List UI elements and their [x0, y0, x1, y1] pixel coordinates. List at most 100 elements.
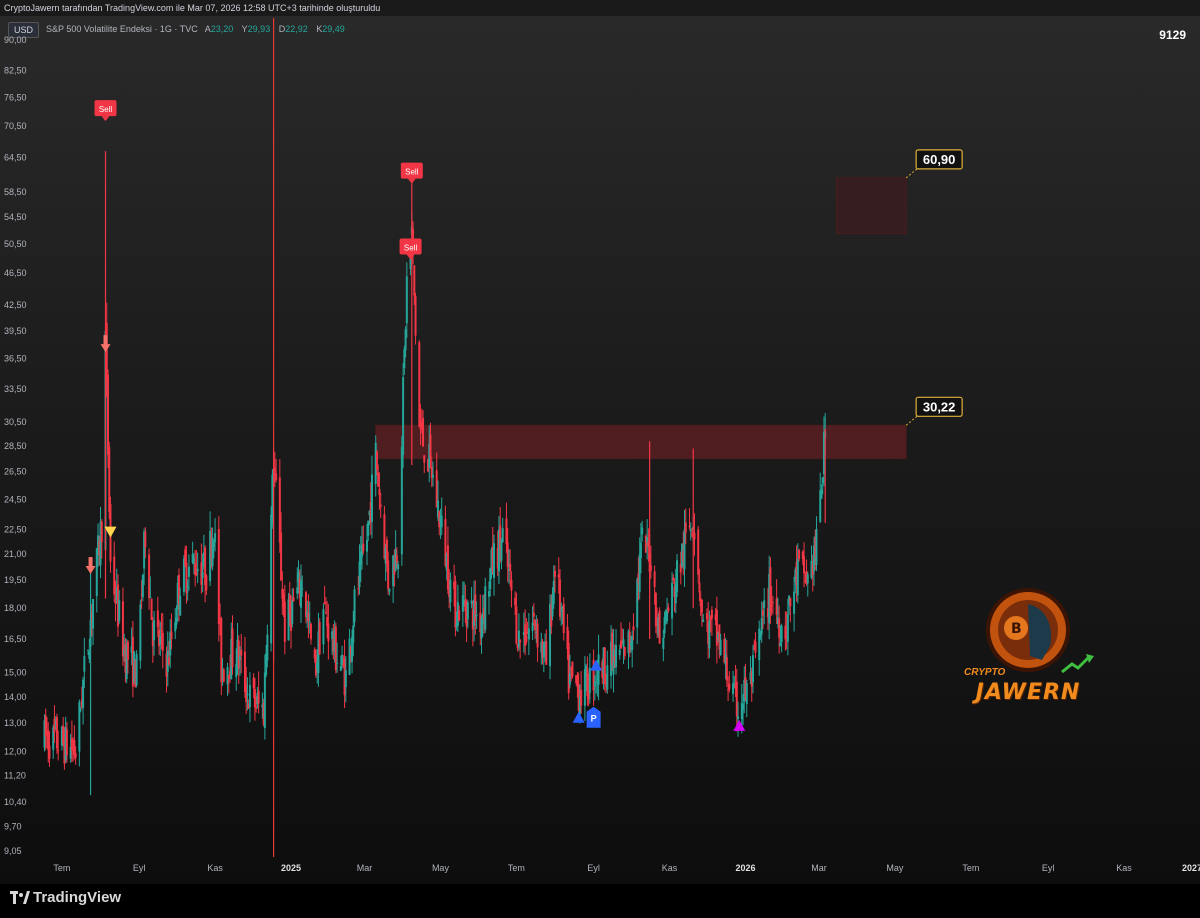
y-tick-label: 28,50	[4, 441, 27, 451]
triangle-up-icon	[572, 711, 585, 723]
x-tick-label: May	[432, 863, 450, 873]
candle-body	[318, 622, 321, 655]
candle-body	[595, 681, 598, 683]
candle-body	[55, 716, 58, 749]
candle-body	[252, 677, 255, 689]
sell-signal-label: Sell	[99, 105, 113, 114]
candle-body	[488, 591, 491, 597]
candle-body	[65, 729, 68, 756]
candle-body	[770, 604, 773, 607]
candle-body	[280, 532, 283, 581]
x-tick-label: Eyl	[133, 863, 146, 873]
candle-body	[336, 662, 339, 664]
candle-body	[187, 566, 190, 577]
candle-body	[719, 639, 722, 656]
candle-body	[378, 488, 381, 495]
candle-body	[87, 649, 90, 651]
candle-body	[388, 588, 391, 592]
candle-body	[402, 377, 405, 455]
candle-body	[74, 753, 77, 758]
candle-body	[296, 587, 299, 594]
y-tick-label: 42,50	[4, 300, 27, 310]
candle-body	[323, 602, 326, 605]
candle-body	[153, 620, 156, 641]
candle-body	[761, 610, 764, 616]
candle-body	[253, 689, 256, 708]
p-signal-label: P	[591, 714, 597, 724]
tradingview-brand[interactable]: TradingView	[33, 889, 121, 906]
candle-body	[339, 666, 342, 671]
candle-body	[324, 612, 327, 614]
candle-body	[156, 610, 159, 627]
candle-body	[231, 628, 234, 668]
level-leader-line	[905, 414, 919, 426]
candle-body	[662, 637, 665, 650]
y-tick-label: 12,00	[4, 746, 27, 756]
candle-body	[671, 582, 674, 619]
candle-body	[92, 599, 95, 629]
candle-body	[524, 624, 527, 646]
brand-word: JAWERN	[975, 680, 1081, 705]
candle-body	[552, 580, 555, 604]
x-tick-label: 2026	[736, 863, 756, 873]
candle-body	[775, 598, 778, 615]
candle-body	[632, 626, 635, 631]
y-tick-label: 58,50	[4, 187, 27, 197]
candle-body	[710, 609, 713, 619]
candle-body	[631, 636, 634, 650]
vix-candlestick-chart[interactable]: 90,00 82,50 76,50 70,50 64,50 58,50 54,50 50,50…	[0, 0, 1200, 884]
candle-body	[82, 679, 85, 708]
candle-body	[593, 682, 596, 686]
candle-body	[217, 529, 220, 624]
candle-body	[121, 601, 124, 657]
footer-bar	[0, 884, 1200, 918]
candle-body	[708, 620, 711, 649]
candle-body	[423, 455, 426, 463]
svg-text:B: B	[1011, 621, 1022, 637]
x-tick-label: Tem	[53, 863, 70, 873]
y-tick-label: 16,50	[4, 634, 27, 644]
y-tick-label: 10,40	[4, 797, 27, 807]
y-tick-label: 22,50	[4, 524, 27, 534]
x-tick-label: Eyl	[1042, 863, 1055, 873]
candle-body	[620, 640, 622, 649]
candle-body	[446, 545, 449, 590]
candle-body	[517, 630, 520, 648]
candle-body	[789, 597, 792, 607]
sell-signal-pointer	[101, 116, 110, 122]
candle-body	[689, 529, 692, 532]
candle-body	[676, 560, 679, 593]
x-tick-label: May	[886, 863, 904, 873]
candle-body	[638, 554, 641, 592]
y-tick-label: 39,50	[4, 326, 27, 336]
candle-body	[820, 490, 823, 499]
down-arrow-icon-head	[85, 566, 96, 575]
candle-body	[798, 549, 801, 560]
x-tick-label: Mar	[357, 863, 373, 873]
down-arrow-icon-head	[100, 344, 111, 353]
y-tick-label: 54,50	[4, 212, 27, 222]
y-tick-label: 14,00	[4, 692, 27, 702]
y-tick-label: 33,50	[4, 384, 27, 394]
candle-body	[299, 580, 302, 608]
candle-body	[222, 669, 225, 682]
candle-body	[653, 571, 656, 588]
candle-body	[636, 579, 639, 628]
y-tick-label: 70,50	[4, 121, 27, 131]
candle-body	[821, 477, 824, 484]
candle-body	[148, 554, 151, 599]
candle-body	[510, 579, 513, 591]
candle-body	[375, 451, 378, 470]
candle-body	[308, 621, 311, 623]
candle-body	[735, 681, 738, 717]
candle-body	[257, 690, 260, 704]
candle-body	[515, 606, 518, 644]
y-tick-label: 21,00	[4, 549, 27, 559]
candle-body	[307, 612, 310, 622]
candle-body	[684, 522, 687, 533]
y-tick-label: 90,00	[4, 35, 27, 45]
candle-body	[113, 556, 116, 595]
candle-body	[248, 685, 251, 707]
candle-body	[331, 631, 334, 640]
candle-body	[387, 560, 390, 590]
